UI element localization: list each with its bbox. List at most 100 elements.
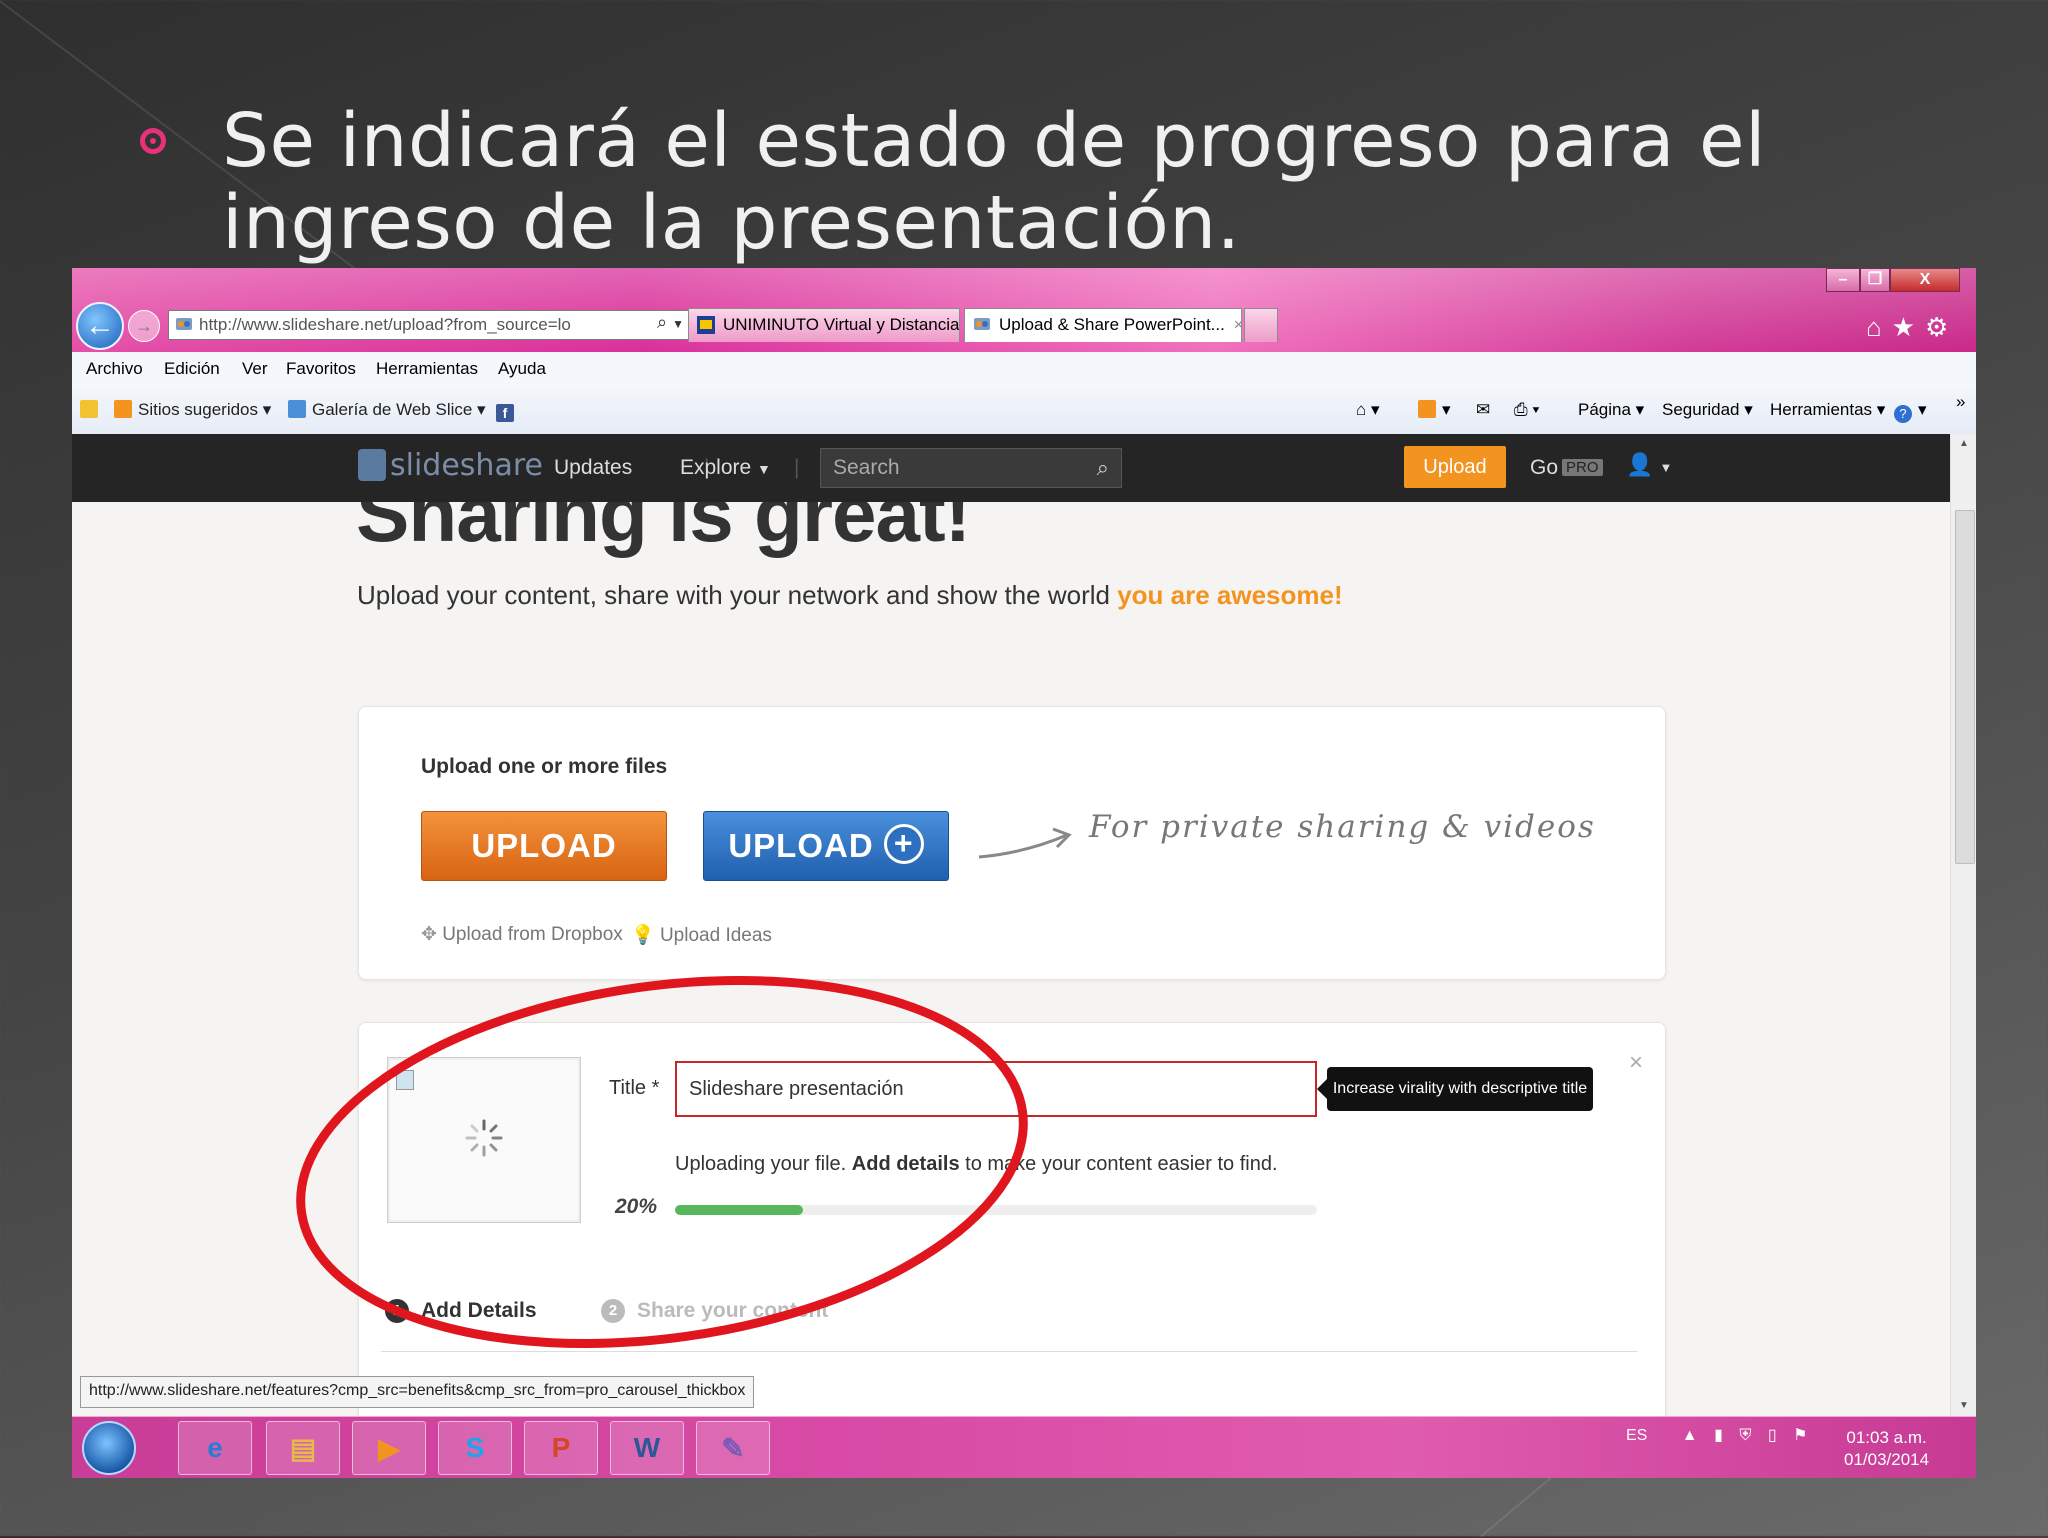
- new-tab-button[interactable]: [1244, 308, 1278, 342]
- fav-label: Sitios sugeridos: [138, 400, 259, 419]
- close-tab-icon[interactable]: ×: [1234, 315, 1241, 334]
- paint-icon[interactable]: ✎: [696, 1421, 770, 1475]
- nav-updates[interactable]: Updates: [554, 456, 632, 480]
- close-icon[interactable]: ×: [1629, 1049, 1643, 1077]
- menu-herramientas[interactable]: Herramientas: [376, 359, 478, 379]
- back-button[interactable]: ←: [76, 302, 124, 350]
- forward-button[interactable]: →: [128, 310, 160, 342]
- user-icon: 👤: [1626, 452, 1654, 477]
- menu-ayuda[interactable]: Ayuda: [498, 359, 546, 379]
- slideshare-favicon-icon: [974, 318, 990, 330]
- file-explorer-icon[interactable]: ▤: [266, 1421, 340, 1475]
- clock-time: 01:03 a.m.: [1846, 1428, 1927, 1447]
- arrow-right-icon: →: [135, 315, 153, 336]
- cmd-herramientas[interactable]: Herramientas ▾: [1770, 400, 1885, 420]
- upload-nav-button[interactable]: Upload: [1404, 446, 1506, 488]
- dropdown-icon[interactable]: ▼: [672, 317, 684, 331]
- tab-uniminuto[interactable]: UNIMINUTO Virtual y Distancia: [688, 308, 960, 342]
- skype-icon[interactable]: S: [438, 1421, 512, 1475]
- chevron-down-icon: ▼: [1659, 460, 1673, 475]
- search-input[interactable]: Search ⌕: [820, 448, 1122, 488]
- close-window-button[interactable]: X: [1890, 268, 1960, 292]
- media-player-icon[interactable]: ▶: [352, 1421, 426, 1475]
- dropbox-label: Upload from Dropbox: [442, 924, 623, 945]
- cmd-label: Seguridad: [1662, 400, 1740, 419]
- language-indicator[interactable]: ES: [1626, 1427, 1647, 1444]
- nav-divider: |: [794, 456, 800, 479]
- clock[interactable]: 01:03 a.m. 01/03/2014: [1844, 1427, 1929, 1471]
- fav-web-slice-gallery[interactable]: Galería de Web Slice ▾: [288, 400, 486, 420]
- help-icon[interactable]: ? ▾: [1894, 400, 1927, 423]
- restore-button[interactable]: ❐: [1860, 268, 1890, 292]
- tab-label: Upload & Share PowerPoint...: [999, 315, 1225, 334]
- chevron-more-icon[interactable]: »: [1956, 392, 1965, 412]
- uniminuto-favicon-icon: [697, 316, 715, 334]
- upload-section-label: Upload one or more files: [421, 755, 668, 778]
- scroll-thumb[interactable]: [1955, 510, 1975, 864]
- mail-icon[interactable]: ✉: [1476, 400, 1490, 420]
- start-button[interactable]: [82, 1421, 136, 1475]
- battery-icon[interactable]: ▯: [1768, 1427, 1777, 1444]
- annotation-ellipse: [296, 975, 1028, 1349]
- cmd-seguridad[interactable]: Seguridad ▾: [1662, 400, 1753, 420]
- subline-text: Upload your content, share with your net…: [357, 580, 1110, 610]
- plus-icon: +: [883, 824, 924, 864]
- upload-plus-button[interactable]: UPLOAD +: [703, 811, 949, 881]
- fav-suggested-sites[interactable]: Sitios sugeridos ▾: [114, 400, 271, 420]
- menu-edicion[interactable]: Edición: [164, 359, 220, 379]
- status-bar-url: http://www.slideshare.net/features?cmp_s…: [80, 1376, 755, 1408]
- tab-slideshare[interactable]: Upload & Share PowerPoint... ×: [964, 308, 1242, 342]
- chevron-down-icon: ▼: [757, 461, 771, 477]
- cmd-label: Herramientas: [1770, 400, 1873, 419]
- system-tray: ES ▲ ▮ ⛨ ▯ ⚑: [1626, 1425, 1807, 1445]
- menu-favoritos[interactable]: Favoritos: [286, 359, 356, 379]
- slideshare-logo[interactable]: slideshare: [358, 448, 543, 483]
- slideshare-logo-icon: [358, 449, 386, 481]
- nav-explore[interactable]: Explore ▼: [680, 456, 771, 480]
- scroll-up-icon[interactable]: ▲: [1959, 438, 1969, 449]
- minimize-button[interactable]: –: [1826, 268, 1860, 292]
- search-icon[interactable]: ⌕: [1097, 449, 1109, 487]
- menu-archivo[interactable]: Archivo: [86, 359, 143, 379]
- scroll-down-icon[interactable]: ▼: [1959, 1400, 1969, 1411]
- page-subline: Upload your content, share with your net…: [357, 580, 1343, 611]
- network-icon[interactable]: ⛨: [1739, 1427, 1751, 1444]
- home-icon[interactable]: ⌂: [1866, 312, 1892, 342]
- pro-badge: PRO: [1562, 459, 1603, 476]
- dropbox-icon: ✥: [421, 924, 437, 945]
- private-sharing-text: For private sharing & videos: [1089, 809, 1596, 845]
- upload-ideas-link[interactable]: 💡 Upload Ideas: [631, 923, 772, 947]
- arrow-left-icon: ←: [85, 309, 115, 342]
- powerpoint-icon[interactable]: P: [524, 1421, 598, 1475]
- gear-icon[interactable]: ⚙: [1925, 312, 1958, 342]
- go-pro-link[interactable]: Go PRO: [1530, 456, 1603, 480]
- home-cmd-icon[interactable]: ⌂ ▾: [1356, 400, 1380, 420]
- page-headline: Sharing is great!: [356, 502, 971, 558]
- favorites-star-icon[interactable]: ★: [1892, 312, 1925, 342]
- dropbox-link[interactable]: ✥ Upload from Dropbox: [421, 923, 623, 946]
- user-menu[interactable]: 👤 ▼: [1626, 452, 1672, 478]
- slideshare-navbar: slideshare Updates | Explore ▼ | Search ⌕…: [72, 434, 1950, 503]
- go-label: Go: [1530, 456, 1559, 479]
- rss-icon[interactable]: ▾: [1418, 400, 1451, 420]
- menu-ver[interactable]: Ver: [242, 359, 268, 379]
- flag-icon[interactable]: ⚑: [1793, 1427, 1807, 1444]
- vertical-scrollbar[interactable]: ▲ ▼: [1950, 434, 1976, 1418]
- cmd-pagina[interactable]: Página ▾: [1578, 400, 1644, 420]
- upload-button[interactable]: UPLOAD: [421, 811, 667, 881]
- facebook-icon[interactable]: f: [496, 400, 520, 422]
- signal-icon[interactable]: ▮: [1714, 1427, 1723, 1444]
- slide-bullet-text: Se indicará el estado de progreso para e…: [222, 98, 1767, 266]
- print-icon[interactable]: ⎙ ▾: [1514, 400, 1539, 420]
- ideas-label: Upload Ideas: [659, 925, 772, 946]
- internet-explorer-icon[interactable]: e: [178, 1421, 252, 1475]
- favorites-star-icon[interactable]: [80, 400, 104, 420]
- clock-date: 01/03/2014: [1844, 1450, 1930, 1469]
- lightbulb-icon: 💡: [631, 925, 655, 946]
- search-placeholder: Search: [833, 456, 900, 479]
- word-icon[interactable]: W: [610, 1421, 684, 1475]
- show-hidden-icon[interactable]: ▲: [1682, 1427, 1698, 1444]
- upload-card: Upload one or more files UPLOAD UPLOAD + …: [358, 706, 1666, 980]
- tab-label: UNIMINUTO Virtual y Distancia: [723, 315, 960, 334]
- search-icon[interactable]: ⌕: [657, 312, 667, 332]
